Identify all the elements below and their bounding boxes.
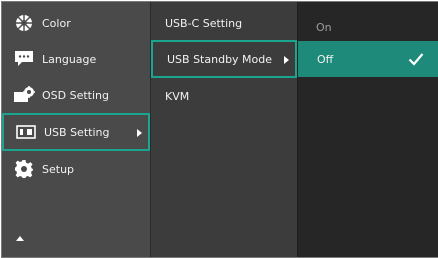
speech-bubble-icon (12, 49, 36, 69)
sub-menu-item-usb-c-setting[interactable]: USB-C Setting (151, 5, 297, 41)
sub-menu-panel: USB-C Setting USB Standby Mode KVM (150, 2, 297, 257)
main-menu-item-language[interactable]: Language (2, 41, 150, 77)
main-menu-item-usb-setting[interactable]: USB Setting (2, 113, 150, 151)
sub-menu-label: USB Standby Mode (167, 52, 273, 66)
color-wheel-icon (12, 13, 36, 33)
osd-settings-icon (12, 85, 36, 105)
option-off[interactable]: Off (298, 41, 438, 77)
checkmark-icon (408, 53, 424, 66)
option-label: Off (317, 52, 334, 66)
main-menu-label: Language (42, 52, 97, 66)
chevron-right-icon (284, 56, 289, 64)
main-menu-item-osd-setting[interactable]: OSD Setting (2, 77, 150, 113)
main-menu-label: Setup (42, 162, 75, 176)
chevron-right-icon (137, 129, 142, 137)
option-label: On (316, 20, 332, 34)
main-menu-label: OSD Setting (42, 88, 109, 102)
sub-menu-label: KVM (165, 89, 190, 103)
main-menu-label: USB Setting (44, 125, 110, 139)
main-menu-label: Color (42, 16, 71, 30)
gear-icon (12, 159, 36, 179)
osd-menu: Color Language OSD Setting USB Setting S… (1, 1, 438, 258)
main-menu-item-setup[interactable]: Setup (2, 151, 150, 187)
sub-menu-label: USB-C Setting (165, 16, 243, 30)
sub-menu-item-usb-standby-mode[interactable]: USB Standby Mode (151, 40, 297, 78)
main-menu-panel: Color Language OSD Setting USB Setting S… (2, 2, 150, 257)
main-menu-item-color[interactable]: Color (2, 5, 150, 41)
option-on[interactable]: On (298, 9, 438, 45)
usb-port-icon (14, 122, 38, 142)
sub-menu-item-kvm[interactable]: KVM (151, 78, 297, 114)
scroll-up-icon[interactable] (16, 236, 24, 241)
options-panel: On Off (297, 2, 438, 257)
